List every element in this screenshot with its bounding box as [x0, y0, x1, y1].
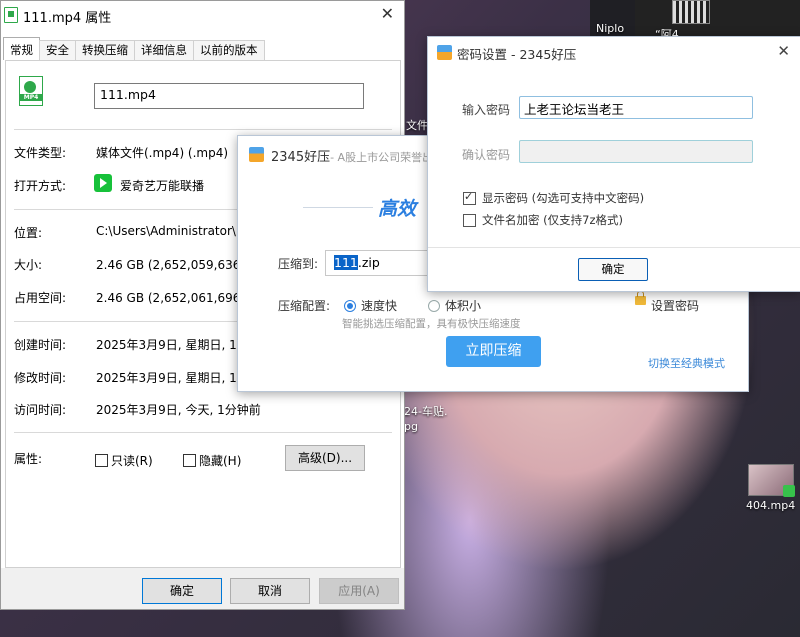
- desktop-label-404[interactable]: 404.mp4: [746, 499, 795, 512]
- radio-fast[interactable]: 速度快: [344, 297, 397, 314]
- video-file-icon: [4, 7, 18, 23]
- iqiyi-app-icon: [94, 174, 112, 192]
- accessed-label: 访问时间:: [14, 403, 67, 417]
- hidden-label: 隐藏(H): [199, 454, 242, 468]
- video-thumbnail-icon[interactable]: [748, 464, 795, 497]
- ok-button[interactable]: 确定: [142, 578, 222, 604]
- compressor-title: 2345好压- A股上市公司荣誉出: [271, 146, 433, 165]
- modified-label: 修改时间:: [14, 371, 67, 385]
- readonly-checkbox[interactable]: 只读(R): [95, 452, 153, 469]
- accessed-value: 2025年3月9日, 今天, 1分钟前: [96, 403, 261, 417]
- window-title: 111.mp4 属性: [23, 11, 112, 26]
- radio-small-label: 体积小: [445, 299, 482, 313]
- hidden-checkbox[interactable]: 隐藏(H): [183, 452, 241, 469]
- open-with-label: 打开方式:: [14, 179, 67, 193]
- location-label: 位置:: [14, 226, 43, 240]
- haozip-logo-icon: [437, 45, 452, 60]
- encrypt-filenames-label: 文件名加密 (仅支持7z格式): [482, 213, 623, 227]
- archive-path-input[interactable]: 111.zip: [325, 250, 430, 276]
- divider: [428, 247, 800, 248]
- checkbox-unchecked-icon: [463, 213, 476, 227]
- slogan-text: 高效: [378, 198, 417, 220]
- compressor-subtitle: - A股上市公司荣誉出: [330, 151, 434, 164]
- location-value: C:\Users\Administrator\De: [96, 224, 253, 238]
- password-input[interactable]: 上老王论坛当老王: [519, 96, 753, 119]
- properties-titlebar[interactable]: 111.mp4 属性 ✕: [1, 1, 404, 29]
- password-ok-button[interactable]: 确定: [578, 258, 648, 281]
- created-label: 创建时间:: [14, 338, 67, 352]
- mp4-file-icon: MP4: [19, 76, 43, 106]
- close-icon[interactable]: ✕: [777, 42, 790, 60]
- radio-unselected-icon: [428, 299, 440, 312]
- radio-selected-icon: [344, 299, 356, 312]
- desktop-label-file[interactable]: 文件: [406, 117, 428, 133]
- password-dialog: 密码设置 - 2345好压 ✕ 输入密码 上老王论坛当老王 确认密码 显示密码 …: [427, 36, 800, 292]
- tab-previous-versions[interactable]: 以前的版本: [193, 40, 265, 60]
- tab-security[interactable]: 安全: [39, 40, 76, 60]
- archive-name-selected: 111: [334, 255, 358, 270]
- file-name-input[interactable]: 111.mp4: [94, 83, 364, 109]
- desktop-label-doc2[interactable]: pg: [404, 420, 418, 433]
- tab-general[interactable]: 常规: [3, 37, 40, 60]
- encrypt-filenames-checkbox[interactable]: 文件名加密 (仅支持7z格式): [463, 212, 623, 228]
- mp4-icon-label: MP4: [20, 94, 42, 101]
- cancel-button[interactable]: 取消: [230, 578, 310, 604]
- created-value: 2025年3月9日, 星期日, 12:: [96, 338, 249, 352]
- haozip-logo-icon: [249, 147, 264, 162]
- desktop-label-doc[interactable]: 24-车贴.: [404, 403, 447, 419]
- lock-icon[interactable]: [635, 291, 646, 305]
- config-hint: 智能挑选压缩配置，具有极快压缩速度: [342, 318, 521, 330]
- switch-classic-mode-link[interactable]: 切换至经典模式: [648, 355, 725, 371]
- checkbox-checked-icon: [463, 190, 476, 205]
- show-password-label: 显示密码 (勾选可支持中文密码): [482, 191, 645, 205]
- tab-convert[interactable]: 转换压缩: [75, 40, 135, 60]
- attributes-label: 属性:: [14, 452, 43, 466]
- play-badge-icon: [783, 485, 795, 497]
- type-value: 媒体文件(.mp4) (.mp4): [96, 146, 229, 160]
- tab-details[interactable]: 详细信息: [134, 40, 194, 60]
- slogan-divider: [303, 207, 373, 208]
- modified-value: 2025年3月9日, 星期日, 12:: [96, 371, 249, 385]
- close-icon[interactable]: ✕: [381, 4, 394, 23]
- radio-fast-label: 速度快: [361, 299, 398, 313]
- compress-now-button[interactable]: 立即压缩: [446, 336, 541, 367]
- config-label: 压缩配置:: [278, 299, 331, 313]
- open-with-value: 爱奇艺万能联播: [120, 179, 205, 193]
- apply-button[interactable]: 应用(A): [319, 578, 399, 604]
- disk-size-label: 占用空间:: [14, 291, 67, 305]
- divider: [14, 129, 392, 130]
- password-dialog-title: 密码设置 - 2345好压: [457, 47, 577, 62]
- set-password-link[interactable]: 设置密码: [651, 297, 699, 314]
- type-label: 文件类型:: [14, 146, 67, 160]
- confirm-password-label: 确认密码: [462, 148, 511, 162]
- compress-to-label: 压缩到:: [278, 257, 319, 271]
- video-file-icon[interactable]: [672, 0, 710, 24]
- readonly-label: 只读(R): [111, 454, 153, 468]
- radio-small[interactable]: 体积小: [428, 297, 481, 314]
- advanced-button[interactable]: 高级(D)...: [285, 445, 365, 471]
- divider: [14, 432, 392, 433]
- tab-bar: 常规 安全 转换压缩 详细信息 以前的版本: [3, 37, 265, 60]
- show-password-checkbox[interactable]: 显示密码 (勾选可支持中文密码): [463, 190, 644, 206]
- confirm-password-input[interactable]: [519, 140, 753, 163]
- compressor-title-main: 2345好压: [271, 150, 331, 165]
- desktop-label-niplo[interactable]: Niplo: [596, 22, 624, 35]
- archive-extension: .zip: [357, 255, 380, 270]
- enter-password-label: 输入密码: [462, 103, 511, 117]
- size-label: 大小:: [14, 258, 43, 272]
